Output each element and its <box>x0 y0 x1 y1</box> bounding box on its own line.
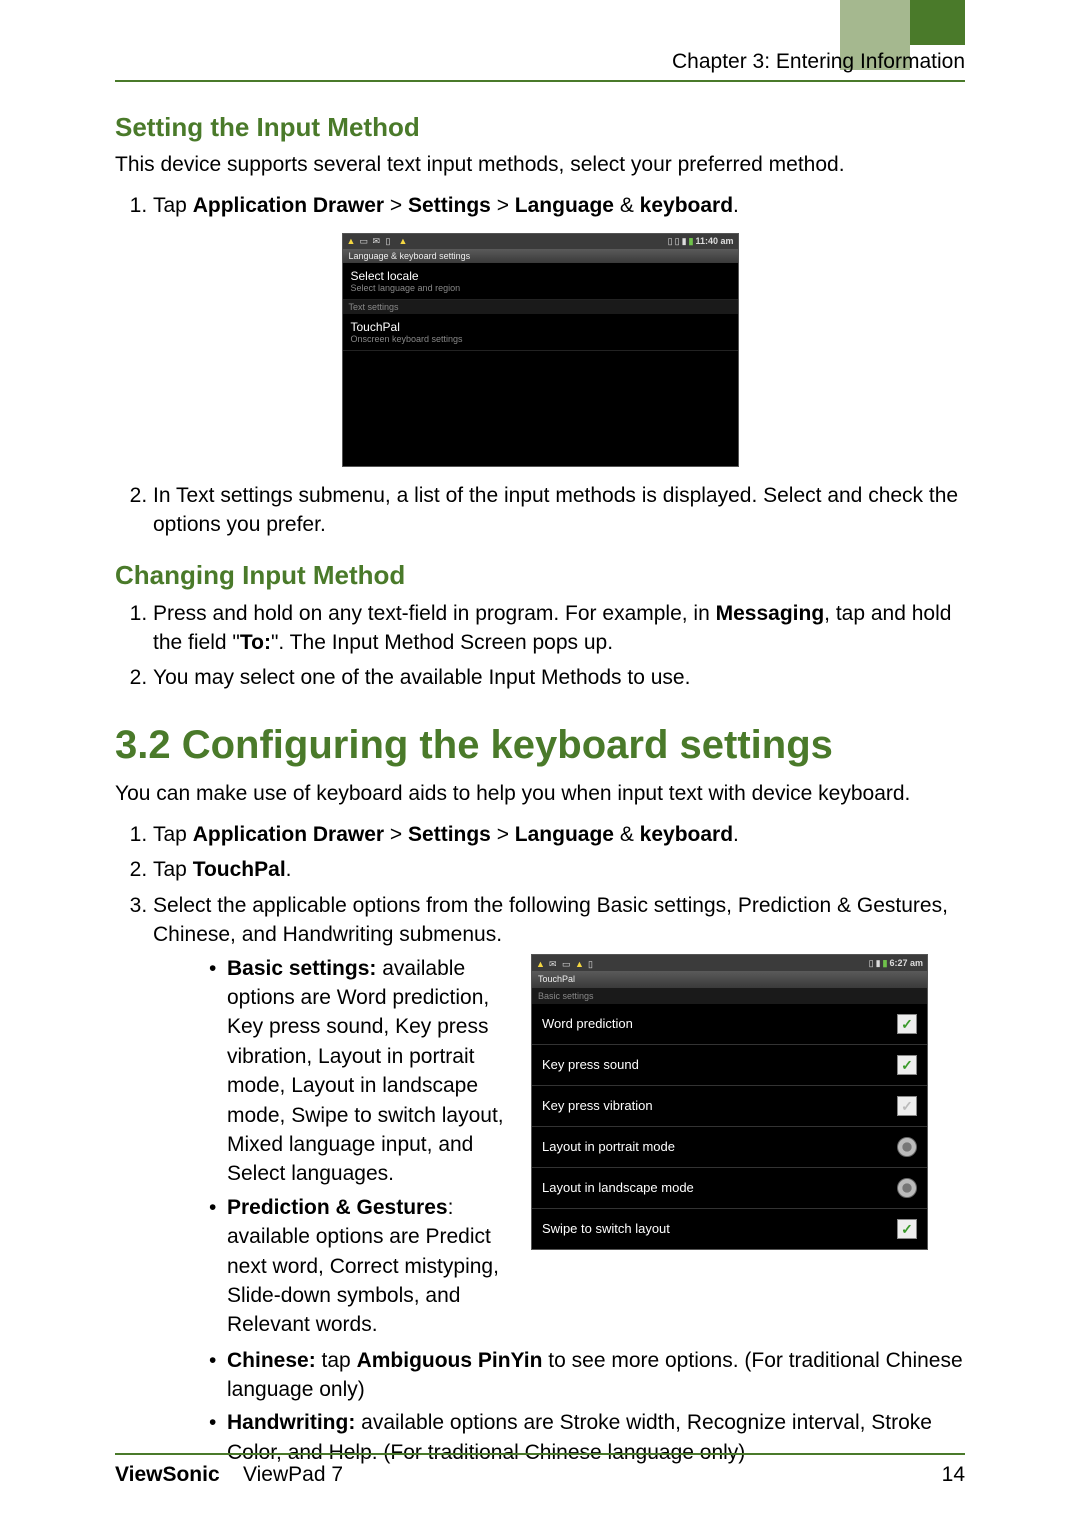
step-2: Tap TouchPal. <box>153 855 965 884</box>
status-time: 6:27 am <box>889 957 923 970</box>
chapter-header: Chapter 3: Entering Information <box>115 50 965 82</box>
steps-changing-input: Press and hold on any text-field in prog… <box>115 599 965 693</box>
empty-area <box>343 351 738 466</box>
sd-icon: ▯ <box>675 236 680 247</box>
steps-setting-input-cont: In Text settings submenu, a list of the … <box>115 481 965 540</box>
battery-icon: ▮ <box>689 236 694 247</box>
signal-icon: ▮ <box>682 236 687 247</box>
step-3: Select the applicable options from the f… <box>153 891 965 1467</box>
row-key-press-sound: Key press sound✓ <box>532 1045 927 1086</box>
bullet-prediction-gestures: • Prediction & Gestures: available optio… <box>209 1193 509 1340</box>
page-footer: ViewSonic ViewPad 7 14 <box>115 1453 965 1487</box>
mail-icon: ✉ <box>549 958 559 968</box>
footer-brand: ViewSonic <box>115 1463 220 1486</box>
chat-icon: ▭ <box>562 958 572 968</box>
footer-product: ViewPad 7 <box>243 1463 343 1486</box>
screenshot-touchpal: ▲ ✉ ▭ ▲ ▯ ▯ ▮ ▮ 6:27 am Touc <box>531 954 928 1251</box>
battery-icon: ▮ <box>883 957 888 970</box>
row-layout-portrait: Layout in portrait mode <box>532 1127 927 1168</box>
heading-setting-input-method: Setting the Input Method <box>115 112 965 143</box>
bt-icon: ▯ <box>668 236 673 247</box>
heading-3-2: 3.2 Configuring the keyboard settings <box>115 723 965 768</box>
bullet-column: • Basic settings: available options are … <box>153 954 509 1344</box>
radio-icon <box>897 1137 917 1157</box>
warning-icon: ▲ <box>575 958 585 968</box>
row-select-locale: Select locale Select language and region <box>343 263 738 300</box>
bullet-chinese: • Chinese: tap Ambiguous PinYin to see m… <box>209 1346 965 1405</box>
footer-page-number: 14 <box>942 1463 965 1487</box>
section-text-settings: Text settings <box>343 300 738 314</box>
footer-left: ViewSonic ViewPad 7 <box>115 1463 343 1487</box>
status-bar: ▲ ✉ ▭ ▲ ▯ ▯ ▮ ▮ 6:27 am <box>532 955 927 972</box>
section-basic-settings: Basic settings <box>532 988 927 1005</box>
screen-title: Language & keyboard settings <box>343 249 738 263</box>
steps-setting-input: Tap Application Drawer > Settings > Lang… <box>115 191 965 220</box>
sd-icon: ▯ <box>869 957 874 970</box>
intro-3-2: You can make use of keyboard aids to hel… <box>115 780 965 808</box>
usb-icon: ▯ <box>386 236 396 246</box>
screenshot-language-keyboard: ▲ ▭ ✉ ▯ ▲ ▯ ▯ ▮ ▮ 11:40 am Language & ke… <box>342 233 739 467</box>
mail-icon: ✉ <box>373 236 383 246</box>
row-word-prediction: Word prediction✓ <box>532 1004 927 1045</box>
intro-setting-input: This device supports several text input … <box>115 151 965 179</box>
step-2: You may select one of the available Inpu… <box>153 663 965 692</box>
corner-decoration <box>910 0 965 45</box>
checkbox-icon: ✓ <box>897 1055 917 1075</box>
row-touchpal: TouchPal Onscreen keyboard settings <box>343 314 738 351</box>
steps-3-2: Tap Application Drawer > Settings > Lang… <box>115 820 965 1467</box>
row-layout-landscape: Layout in landscape mode <box>532 1168 927 1209</box>
usb-icon: ▯ <box>588 958 598 968</box>
heading-changing-input-method: Changing Input Method <box>115 560 965 591</box>
step-1: Tap Application Drawer > Settings > Lang… <box>153 820 965 849</box>
status-icons-right: ▯ ▮ ▮ 6:27 am <box>869 957 923 970</box>
checkbox-icon: ✓ <box>897 1219 917 1239</box>
screen-title: TouchPal <box>532 971 927 988</box>
status-icons-left: ▲ ✉ ▭ ▲ ▯ <box>536 958 598 968</box>
status-bar: ▲ ▭ ✉ ▯ ▲ ▯ ▯ ▮ ▮ 11:40 am <box>343 234 738 249</box>
status-icons-left: ▲ ▭ ✉ ▯ ▲ <box>347 236 409 246</box>
checkbox-icon: ✓ <box>897 1096 917 1116</box>
step-1: Tap Application Drawer > Settings > Lang… <box>153 191 965 220</box>
signal-icon: ▮ <box>876 957 881 970</box>
warning-icon: ▲ <box>399 236 409 246</box>
row-key-press-vibration: Key press vibration✓ <box>532 1086 927 1127</box>
status-time: 11:40 am <box>695 236 733 246</box>
warning-icon: ▲ <box>536 958 546 968</box>
step-1: Press and hold on any text-field in prog… <box>153 599 965 658</box>
bullet-column-wide: • Chinese: tap Ambiguous PinYin to see m… <box>153 1346 965 1468</box>
row-swipe-switch: Swipe to switch layout✓ <box>532 1209 927 1249</box>
bullet-basic-settings: • Basic settings: available options are … <box>209 954 509 1189</box>
status-icons-right: ▯ ▯ ▮ ▮ 11:40 am <box>668 236 734 247</box>
warning-icon: ▲ <box>347 236 357 246</box>
checkbox-icon: ✓ <box>897 1014 917 1034</box>
radio-icon <box>897 1178 917 1198</box>
step-2: In Text settings submenu, a list of the … <box>153 481 965 540</box>
chat-icon: ▭ <box>360 236 370 246</box>
